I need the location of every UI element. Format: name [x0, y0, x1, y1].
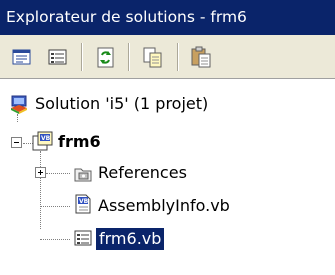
tree-line: [40, 151, 41, 229]
tree-item-assemblyinfo[interactable]: AssemblyInfo.vb: [98, 195, 230, 217]
solution-label[interactable]: Solution 'i5' (1 projet): [35, 93, 208, 115]
tree-line: [40, 239, 70, 240]
copy-icon: [143, 47, 162, 68]
form-file-icon: [74, 230, 92, 246]
paste-button[interactable]: [188, 44, 215, 70]
paste-icon: [191, 46, 211, 68]
svg-text:VB: VB: [79, 198, 89, 205]
minus-icon: [14, 142, 19, 143]
toolbar-separator: [177, 43, 179, 71]
solution-icon: [11, 95, 27, 114]
refresh-button[interactable]: [92, 44, 119, 70]
solution-explorer-window: Explorateur de solutions - frm6 Solution…: [0, 0, 335, 275]
toolbar-separator: [128, 43, 130, 71]
tree-line: [40, 206, 70, 207]
tree-line: [17, 114, 18, 122]
properties-button[interactable]: [8, 44, 35, 70]
copy-button[interactable]: [139, 44, 166, 70]
vb-file-icon: VB: [75, 194, 91, 214]
solution-tree: Solution 'i5' (1 projet) VB frm6 Referen…: [0, 80, 335, 275]
tree-line: [46, 173, 70, 174]
show-all-files-icon: [48, 49, 67, 65]
plus-icon: [38, 170, 43, 175]
project-label[interactable]: frm6: [58, 131, 101, 153]
window-title: Explorateur de solutions - frm6: [0, 0, 335, 35]
vb-project-icon: VB: [32, 131, 53, 151]
expand-references-toggle[interactable]: [35, 167, 46, 178]
references-folder-icon: [74, 168, 92, 182]
tree-item-references[interactable]: References: [98, 162, 187, 184]
properties-icon: [12, 49, 31, 65]
collapse-project-toggle[interactable]: [11, 137, 22, 148]
svg-text:VB: VB: [41, 135, 51, 142]
refresh-icon: [97, 47, 114, 68]
toolbar-separator: [81, 43, 83, 71]
toolbar: [0, 35, 335, 79]
show-all-files-button[interactable]: [44, 44, 71, 70]
tree-item-frm6-vb[interactable]: frm6.vb: [96, 228, 165, 250]
